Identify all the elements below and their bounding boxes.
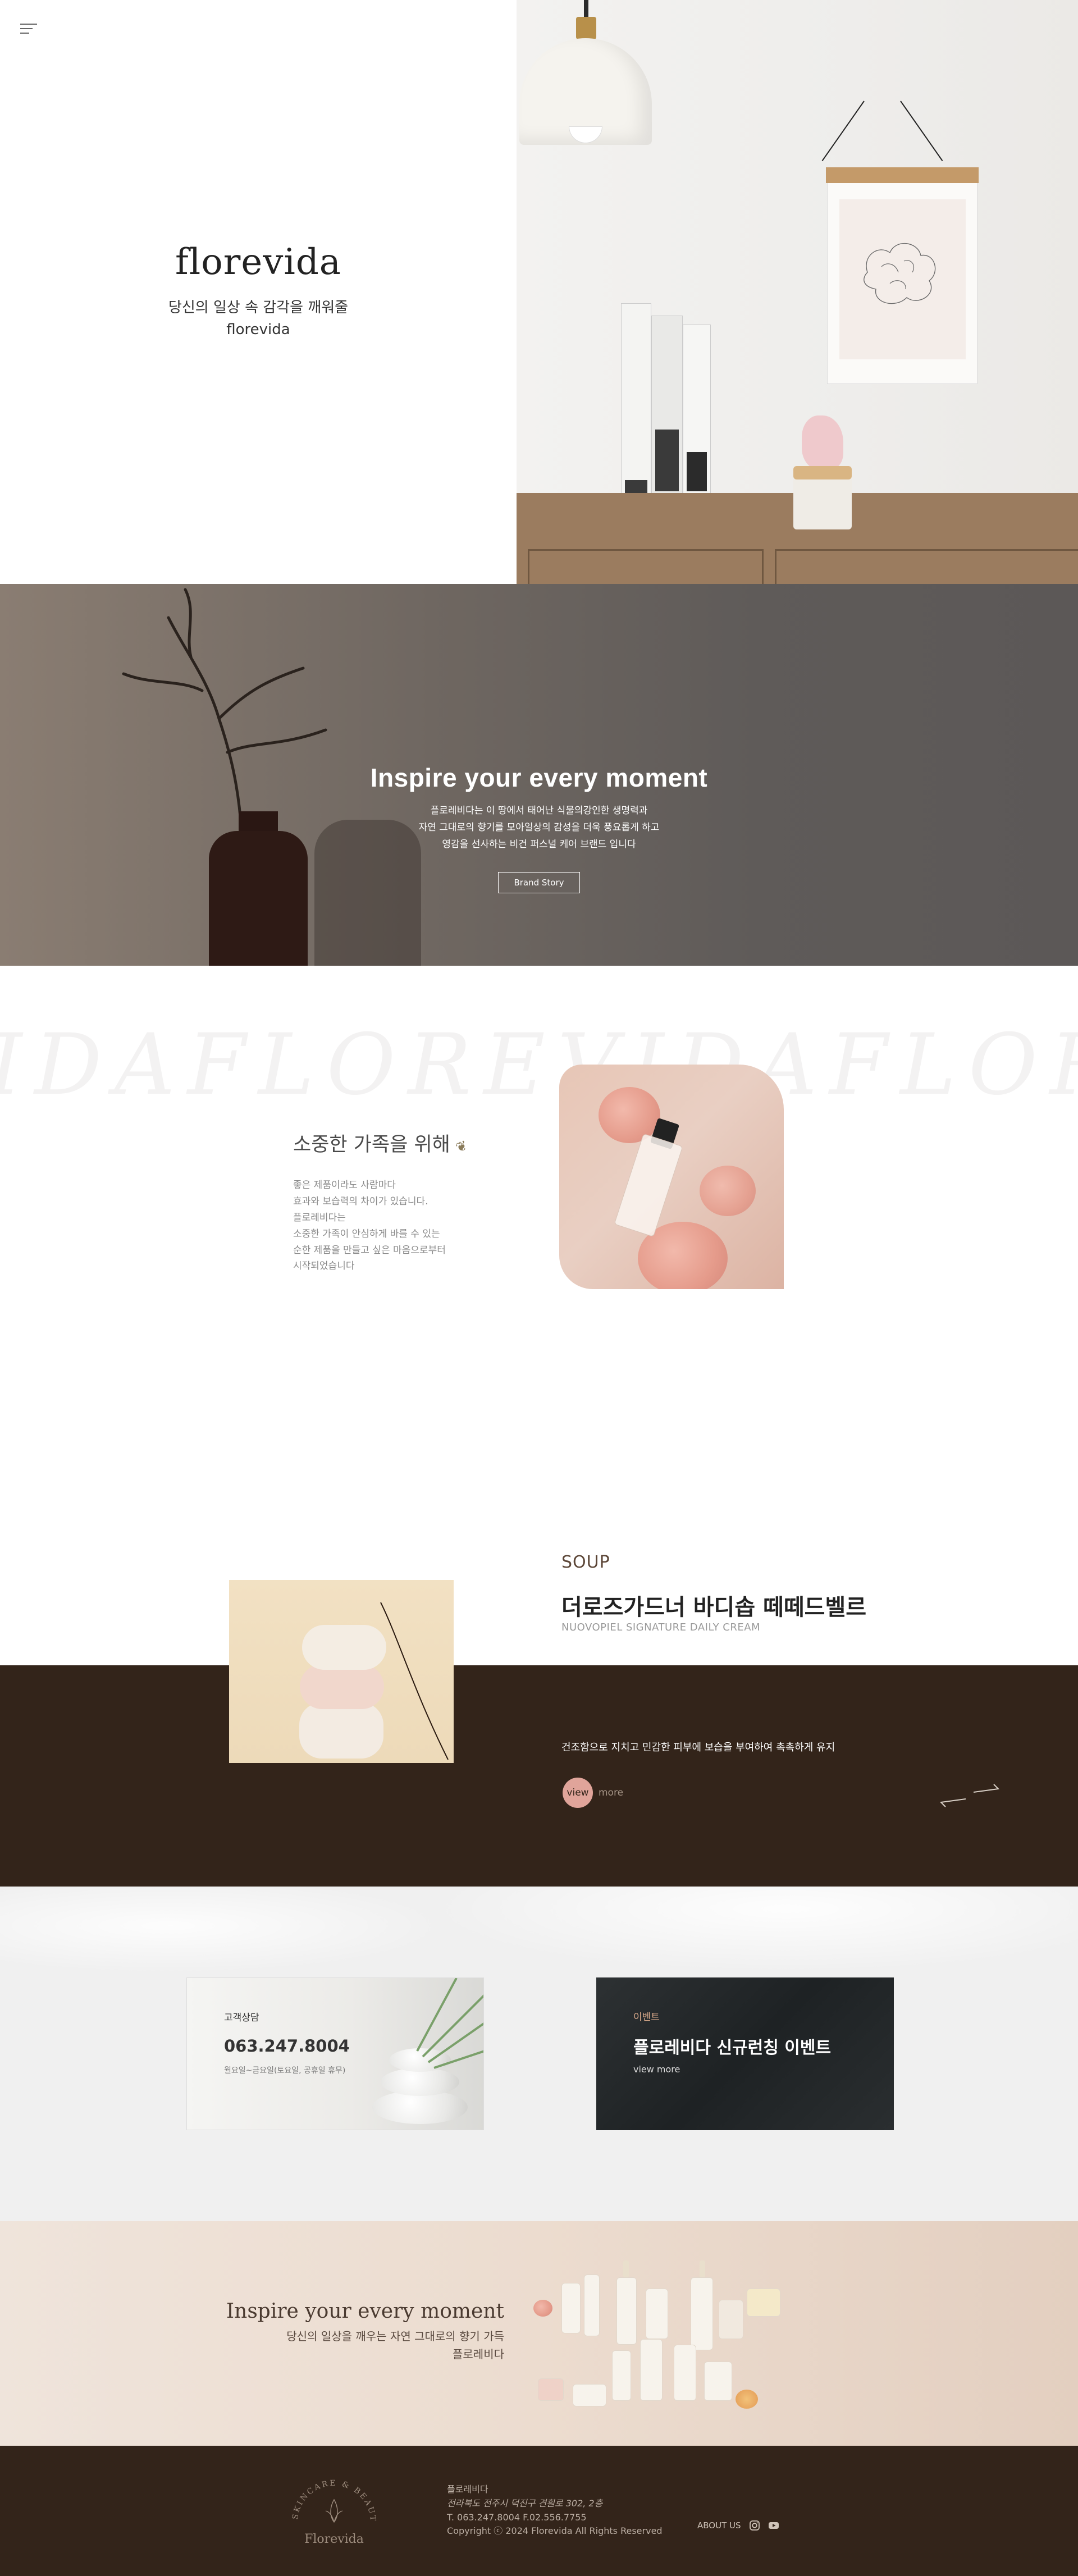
footer-nav: ABOUT US [697,2520,779,2531]
hamburger-menu-icon[interactable] [20,24,37,35]
banner-text: Inspire your every moment 당신의 일상을 깨우는 자연… [226,2300,504,2363]
family-line: 플로레비다는 [293,1212,346,1223]
family-text-block: 소중한 가족을 위해 ❦ 좋은 제품이라도 사람마다 효과와 보습력의 차이가 있… [293,1129,529,1275]
perfume-with-roses-image [559,1065,784,1289]
footer-address: 전라북도 전주시 덕진구 견훤로 302, 2층 [447,2497,603,2509]
event-view-more[interactable]: view more [633,2064,680,2075]
svg-text:SKINCARE & BEAUTY: SKINCARE & BEAUTY [286,2466,377,2523]
hero-interior-image [517,0,1078,584]
family-line: 소중한 가족이 안심하게 바를 수 있는 [293,1228,440,1240]
footer-logo-emblem: SKINCARE & BEAUTY [286,2466,377,2523]
product-title: 더로즈가드너 바디솝 떼떼드벨르 [561,1595,867,1620]
hero-section: florevida 당신의 일상 속 감각을 깨워줄 florevida [0,0,1078,584]
soap-stack-image[interactable] [229,1580,454,1763]
footer-logo-name: Florevida [304,2532,364,2546]
family-line: 좋은 제품이라도 사람마다 [293,1180,396,1191]
book-image [651,316,683,509]
footer-copyright: Copyright ⓒ 2024 Florevida All Rights Re… [447,2525,663,2537]
footer-logo[interactable]: SKINCARE & BEAUTY Florevida [286,2466,382,2556]
more-label: more [599,1787,624,1798]
footer-logo-arc-text: SKINCARE & BEAUTY [286,2466,376,2523]
soup-product-section: SOUP 더로즈가드너 바디솝 떼떼드벨르 NUOVOPIEL SIGNATUR… [0,1437,1078,1887]
family-description: 좋은 제품이라도 사람마다 효과와 보습력의 차이가 있습니다. 플로레비다는 … [293,1177,529,1275]
banner-line: 당신의 일상을 깨우는 자연 그대로의 향기 가득 [286,2330,504,2343]
hero-tagline-brand: florevida [226,321,290,339]
inspire-content: Inspire your every moment 플로레비다는 이 땅에서 태… [0,762,1078,894]
hero-brand: florevida 당신의 일상 속 감각을 깨워줄 florevida [0,241,517,338]
footer-company-info: 플로레비다 전라북도 전주시 덕진구 견훤로 302, 2층 T. 063.24… [447,2483,663,2538]
inspire-section: Inspire your every moment 플로레비다는 이 땅에서 태… [0,584,1078,966]
hero-tagline: 당신의 일상 속 감각을 깨워줄 [168,299,349,316]
hero-logo: florevida [175,241,341,283]
product-banner: Inspire your every moment 당신의 일상을 깨우는 자연… [0,2221,1078,2446]
inspire-description: 플로레비다는 이 땅에서 태어난 식물의강인한 생명력과 자연 그대로의 향기를… [0,803,1078,853]
arrow-next-icon[interactable] [972,1783,1001,1794]
footer: SKINCARE & BEAUTY Florevida 플로레비다 전라북도 전… [0,2446,1078,2576]
event-card[interactable]: 이벤트 플로레비다 신규런칭 이벤트 view more [596,1977,894,2130]
crystal-ornament-image [802,415,843,469]
view-more-button[interactable]: view more [563,1778,623,1808]
instagram-icon[interactable] [749,2520,760,2531]
youtube-icon[interactable] [768,2520,779,2531]
customer-service-card[interactable]: 고객상담 063.247.8004 월요일~금요일(토요일, 공휴일 휴무) [186,1977,484,2130]
footer-about-link[interactable]: ABOUT US [697,2520,741,2531]
brand-story-button[interactable]: Brand Story [498,872,580,894]
cs-label: 고객상담 [224,2012,259,2024]
family-line: 시작되었습니다 [293,1260,355,1272]
arrow-prev-icon[interactable] [939,1797,967,1808]
family-title: 소중한 가족을 위해 ❦ [293,1129,529,1157]
product-category: SOUP [561,1552,610,1572]
inspire-line: 자연 그대로의 향기를 모아일상의 감성을 더욱 풍요롭게 하고 [418,821,660,833]
contact-section: 고객상담 063.247.8004 월요일~금요일(토요일, 공휴일 휴무) 이… [0,1887,1078,2221]
brand-watermark: IDAFLOREVIDAFLOREV [0,1016,1078,1114]
family-line: 효과와 보습력의 차이가 있습니다. [293,1195,428,1207]
hero-left-panel: florevida 당신의 일상 속 감각을 깨워줄 florevida [0,0,517,584]
cs-hours: 월요일~금요일(토요일, 공휴일 휴무) [224,2066,346,2075]
family-line: 순한 제품을 만들고 싶은 마음으로부터 [293,1244,446,1256]
event-label: 이벤트 [633,2012,660,2023]
footer-phone: T. 063.247.8004 F.02.556.7755 [447,2511,587,2523]
banner-title: Inspire your every moment [226,2300,504,2323]
inspire-line: 플로레비다는 이 땅에서 태어난 식물의강인한 생명력과 [430,805,648,816]
view-circle: view [563,1778,593,1808]
footer-company: 플로레비다 [447,2484,488,2495]
banner-line: 플로레비다 [453,2347,504,2361]
family-section: IDAFLOREVIDAFLOREV 소중한 가족을 위해❦ 좋은 제품이라도 … [0,966,1078,1437]
product-subtitle: NUOVOPIEL SIGNATURE DAILY CREAM [561,1622,761,1633]
family-title-text: 소중한 가족을 위해 [293,1134,450,1156]
book-image [621,303,651,509]
inspire-title: Inspire your every moment [370,763,708,792]
cs-phone: 063.247.8004 [224,2036,350,2056]
soup-dark-band [0,1665,1078,1887]
banner-subtitle: 당신의 일상을 깨우는 자연 그대로의 향기 가득 플로레비다 [226,2327,504,2363]
book-image [683,325,711,509]
product-description: 건조함으로 지치고 민감한 피부에 보습을 부여하여 촉촉하게 유지 [561,1742,835,1753]
inspire-line: 영감을 선사하는 비건 퍼스널 케어 브랜드 입니다 [442,838,636,850]
leaf-icon: ❦ [453,1137,470,1156]
event-title: 플로레비다 신규런칭 이벤트 [633,2038,832,2058]
